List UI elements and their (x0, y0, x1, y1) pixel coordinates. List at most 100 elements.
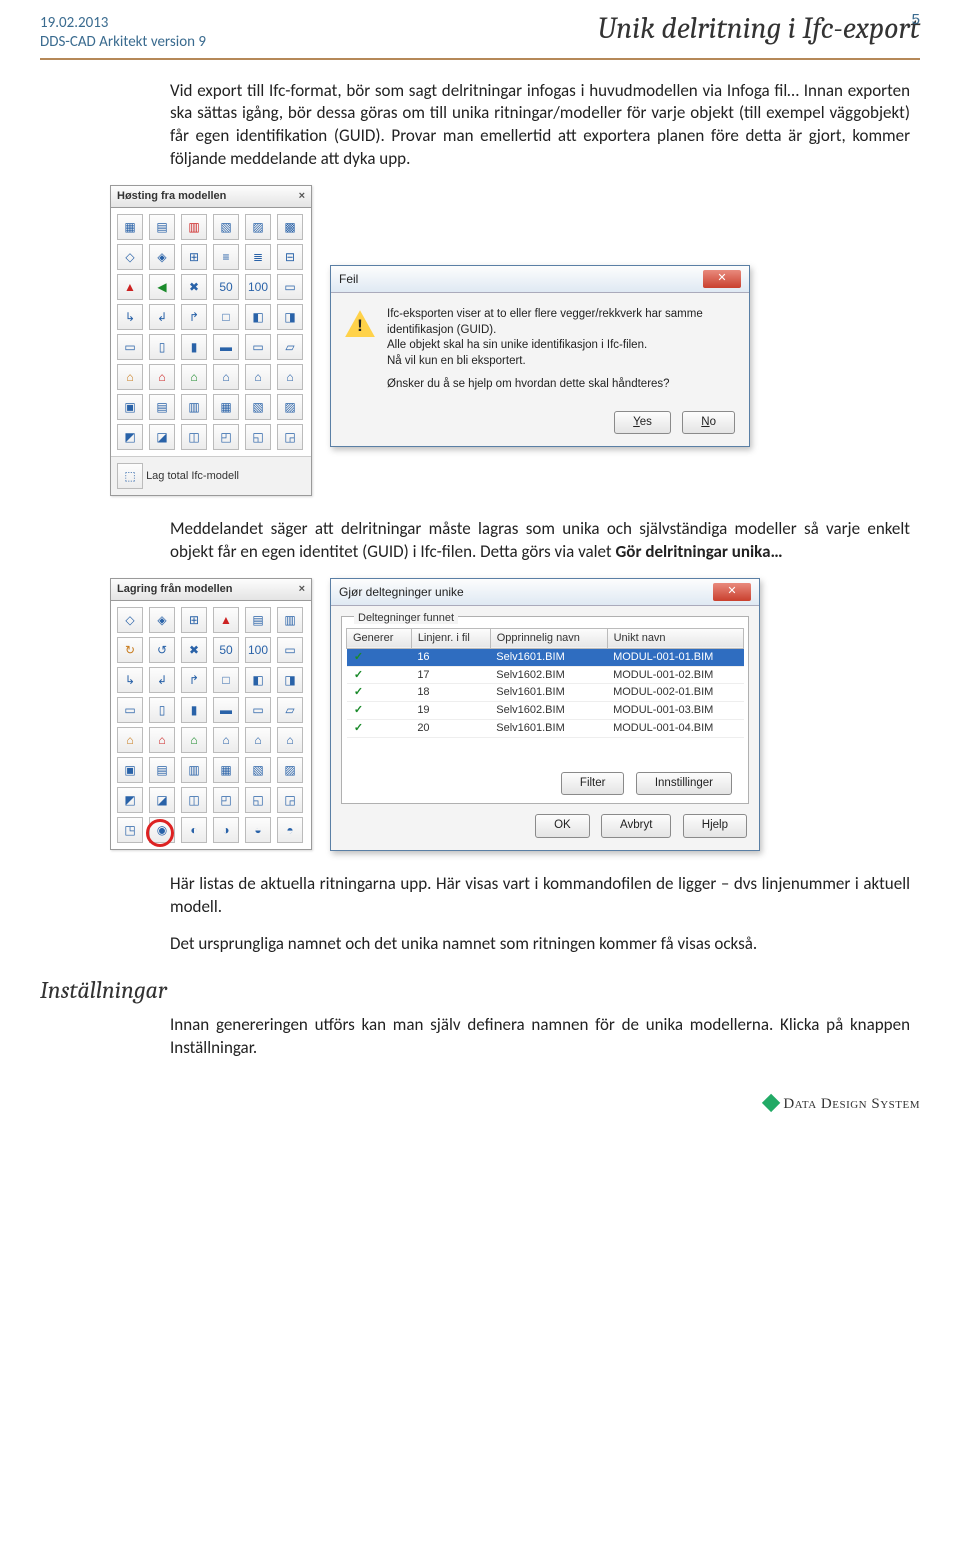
tool-icon[interactable]: ▲ (117, 274, 143, 300)
tool-icon[interactable]: ▭ (245, 334, 271, 360)
table-row[interactable]: ✓16Selv1601.BIMMODUL-001-01.BIM (347, 648, 744, 666)
close-icon[interactable]: × (299, 189, 305, 204)
tool-icon[interactable]: ▱ (277, 334, 303, 360)
tool-icon[interactable]: ◱ (245, 787, 271, 813)
tool-icon[interactable]: ◪ (149, 787, 175, 813)
tool-icon[interactable]: ⌂ (149, 727, 175, 753)
close-icon[interactable]: × (299, 582, 305, 597)
tool-icon[interactable]: ⌂ (245, 364, 271, 390)
tool-icon[interactable]: ✖ (181, 274, 207, 300)
tool-icon[interactable]: ◨ (277, 304, 303, 330)
tool-icon[interactable]: ▦ (117, 214, 143, 240)
tool-icon[interactable]: 100 (245, 274, 271, 300)
ifc-export-icon[interactable]: ⬚ (117, 463, 143, 489)
tool-icon[interactable]: ⊞ (181, 607, 207, 633)
tool-icon[interactable]: ≣ (245, 244, 271, 270)
tool-icon[interactable]: ▮ (181, 334, 207, 360)
col-unique-name[interactable]: Unikt navn (607, 628, 743, 648)
tool-icon[interactable]: ▨ (277, 394, 303, 420)
tool-icon[interactable]: ◩ (117, 424, 143, 450)
tool-icon[interactable]: ◇ (117, 607, 143, 633)
tool-icon[interactable]: ▲ (213, 607, 239, 633)
tool-icon[interactable]: □ (213, 304, 239, 330)
tool-icon[interactable]: ↳ (117, 304, 143, 330)
tool-icon[interactable]: ◑ (213, 817, 239, 843)
tool-icon[interactable]: ◨ (277, 667, 303, 693)
tool-icon[interactable]: ↳ (117, 667, 143, 693)
tool-icon[interactable]: ◐ (181, 817, 207, 843)
table-row[interactable]: ✓20Selv1601.BIMMODUL-001-04.BIM (347, 720, 744, 738)
tool-icon[interactable]: ↻ (117, 637, 143, 663)
tool-icon[interactable]: ▭ (245, 697, 271, 723)
close-icon[interactable]: ✕ (703, 270, 741, 288)
tool-icon[interactable]: ⌂ (245, 727, 271, 753)
tool-icon[interactable]: ✖ (181, 637, 207, 663)
yes-button[interactable]: Yes (614, 411, 671, 435)
tool-icon[interactable]: ◧ (245, 304, 271, 330)
tool-icon[interactable]: ⌂ (117, 364, 143, 390)
tool-icon[interactable]: ▭ (117, 334, 143, 360)
tool-icon[interactable]: ◰ (213, 424, 239, 450)
tool-icon[interactable]: ↱ (181, 304, 207, 330)
tool-icon[interactable]: ▥ (181, 214, 207, 240)
col-generer[interactable]: Generer (347, 628, 412, 648)
col-linjenr[interactable]: Linjenr. i fil (411, 628, 490, 648)
tool-icon[interactable]: ▧ (245, 757, 271, 783)
tool-icon[interactable]: ◲ (277, 424, 303, 450)
tool-icon[interactable]: ▭ (277, 274, 303, 300)
tool-icon[interactable]: ▮ (181, 697, 207, 723)
tool-icon[interactable]: ◧ (245, 667, 271, 693)
tool-icon[interactable]: ⌂ (181, 364, 207, 390)
tool-icon[interactable]: ▥ (181, 757, 207, 783)
tool-icon[interactable]: ⌂ (181, 727, 207, 753)
tool-icon[interactable]: ⌂ (277, 364, 303, 390)
col-original-name[interactable]: Opprinnelig navn (490, 628, 607, 648)
tool-icon[interactable]: □ (213, 667, 239, 693)
tool-icon[interactable]: ▥ (181, 394, 207, 420)
tool-icon[interactable]: ◈ (149, 244, 175, 270)
tool-icon[interactable]: ▭ (277, 637, 303, 663)
tool-icon[interactable]: ▨ (245, 214, 271, 240)
tool-icon[interactable]: ↲ (149, 304, 175, 330)
table-row[interactable]: ✓19Selv1602.BIMMODUL-001-03.BIM (347, 702, 744, 720)
tool-icon[interactable]: ▤ (149, 214, 175, 240)
tool-icon[interactable]: ◱ (245, 424, 271, 450)
tool-icon[interactable]: ▣ (117, 757, 143, 783)
tool-icon[interactable]: ▬ (213, 697, 239, 723)
tool-icon[interactable]: ⌂ (213, 727, 239, 753)
tool-icon[interactable]: ▬ (213, 334, 239, 360)
tool-icon[interactable]: ↱ (181, 667, 207, 693)
close-icon[interactable]: ✕ (713, 583, 751, 601)
cancel-button[interactable]: Avbryt (601, 814, 671, 838)
help-button[interactable]: Hjelp (683, 814, 747, 838)
tool-icon[interactable]: ◳ (117, 817, 143, 843)
filter-button[interactable]: Filter (561, 772, 625, 796)
tool-icon[interactable]: ▤ (245, 607, 271, 633)
tool-icon[interactable]: ⊞ (181, 244, 207, 270)
tool-icon[interactable]: ▧ (245, 394, 271, 420)
tool-icon[interactable]: ▭ (117, 697, 143, 723)
ok-button[interactable]: OK (535, 814, 590, 838)
tool-icon[interactable]: ◒ (245, 817, 271, 843)
tool-icon[interactable]: ▣ (117, 394, 143, 420)
tool-icon[interactable]: ◰ (213, 787, 239, 813)
tool-icon[interactable]: ◈ (149, 607, 175, 633)
tool-icon[interactable]: ▯ (149, 697, 175, 723)
tool-icon[interactable]: ▱ (277, 697, 303, 723)
tool-icon[interactable]: ◲ (277, 787, 303, 813)
tool-icon[interactable]: ▦ (213, 394, 239, 420)
tool-icon[interactable]: ◫ (181, 424, 207, 450)
tool-icon[interactable]: ⌂ (117, 727, 143, 753)
tool-icon[interactable]: ◇ (117, 244, 143, 270)
tool-icon[interactable]: 50 (213, 637, 239, 663)
tool-icon[interactable]: ▦ (213, 757, 239, 783)
tool-icon[interactable]: ▤ (149, 757, 175, 783)
tool-icon[interactable]: 50 (213, 274, 239, 300)
tool-icon[interactable]: ▯ (149, 334, 175, 360)
table-row[interactable]: ✓18Selv1601.BIMMODUL-002-01.BIM (347, 684, 744, 702)
tool-icon[interactable]: ⊟ (277, 244, 303, 270)
tool-icon[interactable]: ⌂ (213, 364, 239, 390)
tool-icon[interactable]: ◀ (149, 274, 175, 300)
tool-icon[interactable]: ↺ (149, 637, 175, 663)
tool-icon[interactable]: ≡ (213, 244, 239, 270)
